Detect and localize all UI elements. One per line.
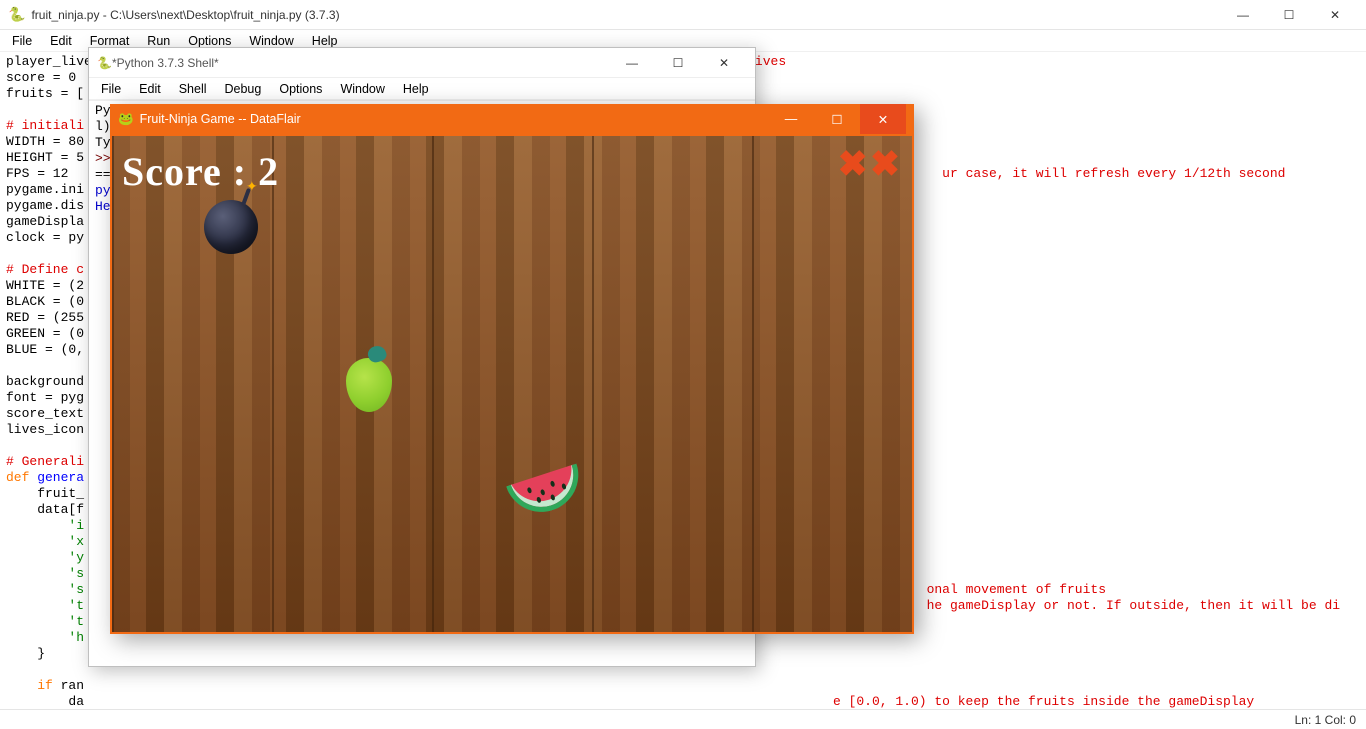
menu-help[interactable]: Help	[395, 80, 437, 98]
game-title: Fruit-Ninja Game -- DataFlair	[140, 112, 768, 126]
python-icon: 🐍	[97, 56, 112, 70]
score-label: Score :	[122, 149, 258, 194]
bomb-sprite[interactable]	[204, 200, 258, 254]
guava-sprite[interactable]	[346, 358, 392, 412]
maximize-button[interactable]: ☐	[655, 48, 701, 78]
score-value: 2	[258, 149, 279, 194]
game-titlebar[interactable]: 🐸 Fruit-Ninja Game -- DataFlair — ☐ ✕	[110, 104, 914, 134]
cursor-position: Ln: 1 Col: 0	[1295, 713, 1356, 727]
menu-window[interactable]: Window	[332, 80, 392, 98]
game-icon: 🐸	[118, 112, 134, 127]
close-button[interactable]: ✕	[860, 104, 906, 134]
window-controls: — ☐ ✕	[1220, 0, 1358, 30]
shell-title: *Python 3.7.3 Shell*	[112, 56, 609, 70]
python-icon: 🐍	[8, 6, 25, 23]
life-lost-icon: ✖	[838, 146, 868, 182]
life-lost-icon: ✖	[870, 146, 900, 182]
idle-statusbar: Ln: 1 Col: 0	[0, 709, 1366, 729]
game-window: 🐸 Fruit-Ninja Game -- DataFlair — ☐ ✕ Sc…	[110, 104, 914, 634]
maximize-button[interactable]: ☐	[814, 104, 860, 134]
window-controls: — ☐ ✕	[768, 104, 906, 134]
watermelon-sprite[interactable]	[506, 463, 588, 521]
close-button[interactable]: ✕	[1312, 0, 1358, 30]
lives-indicator: ✖ ✖	[838, 146, 900, 182]
maximize-button[interactable]: ☐	[1266, 0, 1312, 30]
window-controls: — ☐ ✕	[609, 48, 747, 78]
menu-file[interactable]: File	[4, 32, 40, 50]
game-canvas[interactable]: Score : 2 ✖ ✖	[110, 134, 914, 634]
shell-titlebar[interactable]: 🐍 *Python 3.7.3 Shell* — ☐ ✕	[89, 48, 755, 78]
idle-title: fruit_ninja.py - C:\Users\next\Desktop\f…	[31, 8, 1220, 22]
menu-debug[interactable]: Debug	[217, 80, 270, 98]
minimize-button[interactable]: —	[609, 48, 655, 78]
close-button[interactable]: ✕	[701, 48, 747, 78]
minimize-button[interactable]: —	[768, 104, 814, 134]
idle-titlebar[interactable]: 🐍 fruit_ninja.py - C:\Users\next\Desktop…	[0, 0, 1366, 30]
menu-shell[interactable]: Shell	[171, 80, 215, 98]
minimize-button[interactable]: —	[1220, 0, 1266, 30]
menu-edit[interactable]: Edit	[42, 32, 80, 50]
menu-edit[interactable]: Edit	[131, 80, 169, 98]
shell-menubar: File Edit Shell Debug Options Window Hel…	[89, 78, 755, 100]
menu-file[interactable]: File	[93, 80, 129, 98]
menu-options[interactable]: Options	[271, 80, 330, 98]
